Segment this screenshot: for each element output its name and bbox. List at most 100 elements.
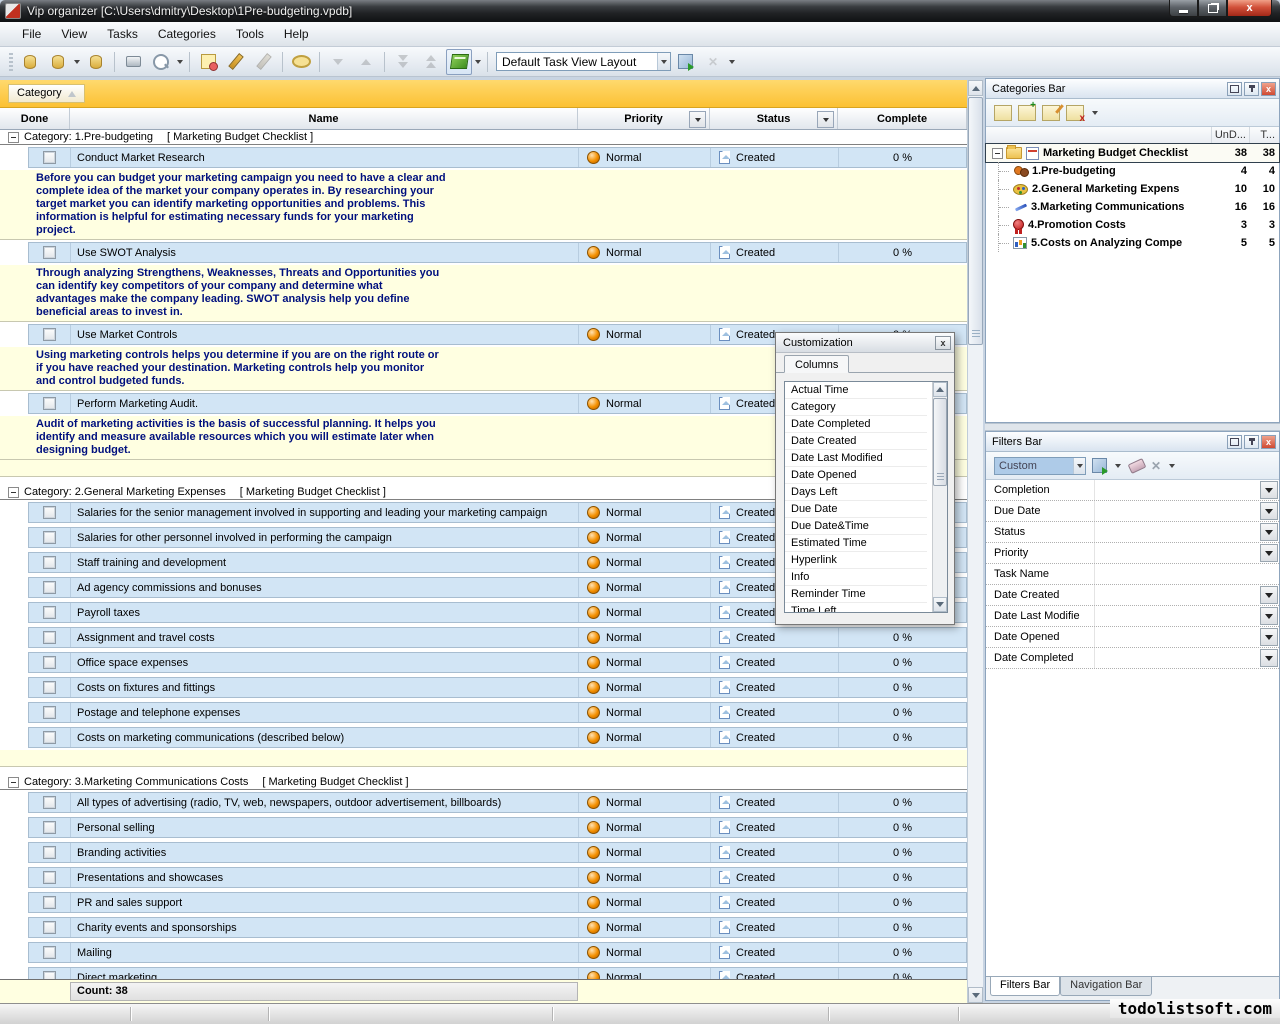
filter-dropdown-button[interactable] bbox=[1260, 586, 1278, 604]
panel-close-button[interactable]: x bbox=[1261, 82, 1276, 96]
tree-item-category[interactable]: 5.Costs on Analyzing Compe55 bbox=[986, 234, 1279, 252]
filters-toolbar-overflow-icon[interactable] bbox=[1169, 464, 1175, 468]
done-checkbox[interactable] bbox=[43, 706, 56, 719]
filter-value-field[interactable] bbox=[1094, 543, 1279, 563]
done-checkbox[interactable] bbox=[43, 971, 56, 979]
filter-value-field[interactable] bbox=[1094, 564, 1279, 584]
column-option[interactable]: Date Opened bbox=[785, 467, 927, 484]
dialog-close-button[interactable]: x bbox=[935, 336, 951, 350]
filter-preset-dropdown[interactable] bbox=[1073, 458, 1085, 474]
column-option[interactable]: Date Created bbox=[785, 433, 927, 450]
panel-float-button[interactable] bbox=[1227, 82, 1242, 96]
filter-preset-combo[interactable]: Custom bbox=[994, 457, 1086, 475]
task-row[interactable]: Branding activitiesNormalCreated0 % bbox=[0, 840, 967, 865]
done-checkbox[interactable] bbox=[43, 506, 56, 519]
layout-combo-dropdown[interactable] bbox=[657, 53, 670, 70]
scrollbar-thumb[interactable] bbox=[968, 97, 983, 345]
done-checkbox[interactable] bbox=[43, 531, 56, 544]
task-row[interactable]: Office space expensesNormalCreated0 % bbox=[0, 650, 967, 675]
done-checkbox[interactable] bbox=[43, 556, 56, 569]
task-row[interactable]: Costs on marketing communications (descr… bbox=[0, 725, 967, 750]
filter-dropdown-button[interactable] bbox=[1260, 523, 1278, 541]
delete-category-button[interactable] bbox=[1066, 105, 1084, 121]
column-header-status[interactable]: Status bbox=[710, 108, 838, 129]
collapse-group-icon[interactable] bbox=[8, 777, 19, 788]
save-database-button[interactable] bbox=[83, 49, 109, 75]
done-checkbox[interactable] bbox=[43, 846, 56, 859]
column-option[interactable]: Estimated Time bbox=[785, 535, 927, 552]
task-row[interactable]: MailingNormalCreated0 % bbox=[0, 940, 967, 965]
tree-item-category[interactable]: 2.General Marketing Expens1010 bbox=[986, 180, 1279, 198]
print-preview-button[interactable] bbox=[148, 49, 174, 75]
filter-value-field[interactable] bbox=[1094, 627, 1279, 647]
task-row[interactable]: Conduct Market ResearchNormalCreated0 % bbox=[0, 145, 967, 170]
tree-item-category[interactable]: 4.Promotion Costs33 bbox=[986, 216, 1279, 234]
menu-tasks[interactable]: Tasks bbox=[97, 24, 148, 44]
restore-button[interactable] bbox=[1198, 0, 1227, 17]
filter-value-field[interactable] bbox=[1094, 585, 1279, 605]
view-task-button[interactable] bbox=[288, 49, 314, 75]
new-database-button[interactable] bbox=[45, 49, 71, 75]
tab-navigation-bar[interactable]: Navigation Bar bbox=[1060, 977, 1152, 996]
tree-item-category[interactable]: 3.Marketing Communications1616 bbox=[986, 198, 1279, 216]
move-top-button[interactable] bbox=[418, 49, 444, 75]
panel-float-button[interactable] bbox=[1227, 435, 1242, 449]
task-row[interactable]: Presentations and showcasesNormalCreated… bbox=[0, 865, 967, 890]
move-up-button[interactable] bbox=[353, 49, 379, 75]
menu-categories[interactable]: Categories bbox=[148, 24, 226, 44]
done-checkbox[interactable] bbox=[43, 946, 56, 959]
column-option[interactable]: Due Date&Time bbox=[785, 518, 927, 535]
done-checkbox[interactable] bbox=[43, 731, 56, 744]
minimize-button[interactable] bbox=[1169, 0, 1198, 17]
task-row[interactable]: Costs on fixtures and fittingsNormalCrea… bbox=[0, 675, 967, 700]
column-option[interactable]: Due Date bbox=[785, 501, 927, 518]
done-checkbox[interactable] bbox=[43, 328, 56, 341]
print-button[interactable] bbox=[120, 49, 146, 75]
new-database-dropdown-icon[interactable] bbox=[74, 60, 80, 64]
filter-value-field[interactable] bbox=[1094, 606, 1279, 626]
dialog-title-bar[interactable]: Customization x bbox=[776, 333, 954, 353]
column-header-complete[interactable]: Complete bbox=[838, 108, 967, 129]
menu-file[interactable]: File bbox=[12, 24, 51, 44]
scroll-up-button[interactable] bbox=[933, 382, 947, 397]
scrollbar-thumb[interactable] bbox=[933, 398, 947, 486]
panel-splitter[interactable] bbox=[985, 423, 1280, 431]
categories-toolbar-overflow-icon[interactable] bbox=[1092, 111, 1098, 115]
layout-dropdown-icon[interactable] bbox=[475, 60, 481, 64]
done-checkbox[interactable] bbox=[43, 606, 56, 619]
filter-value-field[interactable] bbox=[1094, 648, 1279, 668]
layout-combo[interactable]: Default Task View Layout bbox=[496, 52, 671, 71]
status-filter-button[interactable] bbox=[817, 111, 834, 128]
done-checkbox[interactable] bbox=[43, 821, 56, 834]
new-category-button[interactable] bbox=[994, 105, 1012, 121]
menu-help[interactable]: Help bbox=[274, 24, 319, 44]
column-option[interactable]: Date Completed bbox=[785, 416, 927, 433]
panel-pin-button[interactable] bbox=[1244, 82, 1259, 96]
category-group-row[interactable]: Category: 3.Marketing Communications Cos… bbox=[0, 775, 967, 790]
done-checkbox[interactable] bbox=[43, 681, 56, 694]
print-dropdown-icon[interactable] bbox=[177, 60, 183, 64]
group-by-category-chip[interactable]: Category bbox=[8, 84, 85, 103]
save-filter-dropdown-icon[interactable] bbox=[1115, 464, 1121, 468]
apply-layout-button[interactable] bbox=[672, 49, 698, 75]
done-checkbox[interactable] bbox=[43, 871, 56, 884]
delete-task-button[interactable] bbox=[251, 49, 277, 75]
task-row[interactable]: Personal sellingNormalCreated0 % bbox=[0, 815, 967, 840]
total-column-header[interactable]: T... bbox=[1249, 127, 1279, 143]
move-down-button[interactable] bbox=[325, 49, 351, 75]
clear-filter-icon[interactable] bbox=[1128, 458, 1147, 474]
new-task-button[interactable] bbox=[195, 49, 221, 75]
scroll-down-button[interactable] bbox=[968, 987, 983, 1003]
task-row[interactable]: All types of advertising (radio, TV, web… bbox=[0, 790, 967, 815]
column-option[interactable]: Info bbox=[785, 569, 927, 586]
save-filter-icon[interactable] bbox=[1092, 458, 1107, 473]
collapse-group-icon[interactable] bbox=[8, 487, 19, 498]
filter-dropdown-button[interactable] bbox=[1260, 502, 1278, 520]
task-row[interactable]: Charity events and sponsorshipsNormalCre… bbox=[0, 915, 967, 940]
task-view-layout-button[interactable] bbox=[446, 49, 472, 75]
tab-filters-bar[interactable]: Filters Bar bbox=[990, 977, 1060, 996]
scroll-up-button[interactable] bbox=[968, 80, 983, 96]
priority-filter-button[interactable] bbox=[689, 111, 706, 128]
column-option[interactable]: Actual Time bbox=[785, 382, 927, 399]
tree-item-root[interactable]: Marketing Budget Checklist3838 bbox=[986, 144, 1279, 162]
